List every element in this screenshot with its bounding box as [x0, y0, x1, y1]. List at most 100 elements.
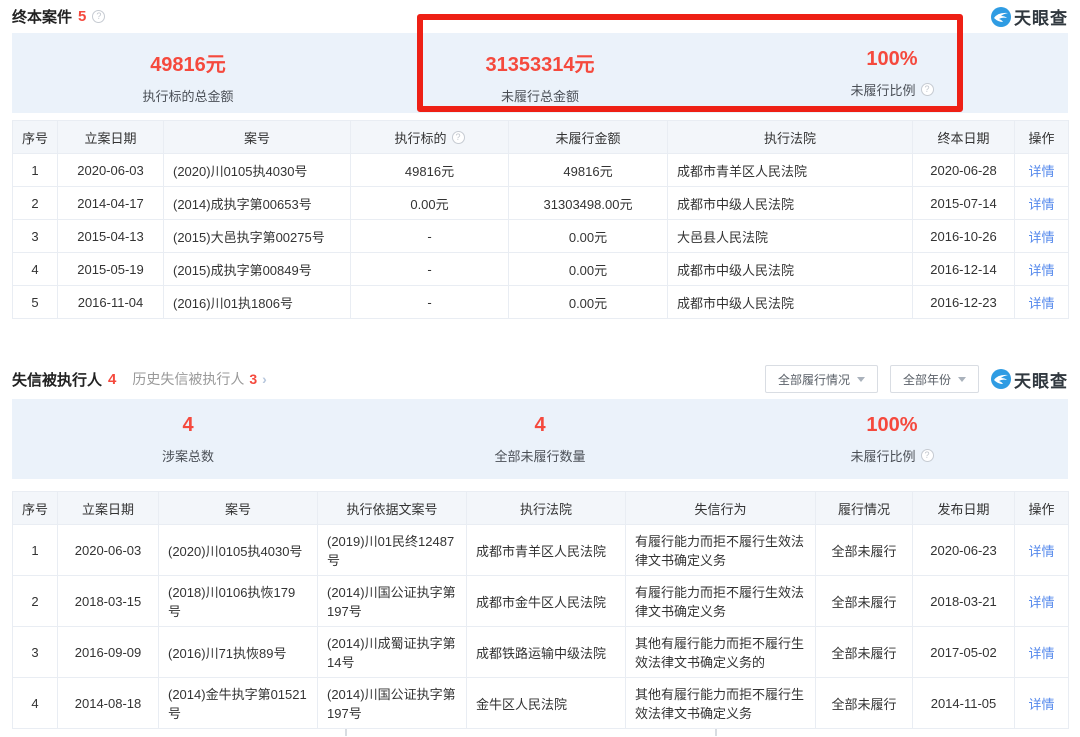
table-cell: 2	[13, 576, 58, 627]
table-cell: 0.00元	[509, 253, 668, 286]
detail-link[interactable]: 详情	[1028, 296, 1054, 311]
stat-label: 执行标的总金额	[142, 86, 233, 105]
table-cell: (2015)大邑执字第00275号	[164, 220, 351, 253]
detail-link[interactable]: 详情	[1028, 164, 1054, 179]
table-cell: 详情	[1015, 627, 1069, 678]
table-row: 32015-04-13(2015)大邑执字第00275号-0.00元大邑县人民法…	[13, 220, 1069, 253]
table-cell: 2020-06-23	[913, 525, 1015, 576]
table-cell: 成都市中级人民法院	[668, 187, 913, 220]
column-header-label: 执行法院	[520, 499, 572, 518]
help-icon[interactable]: ?	[921, 449, 934, 462]
table-cell: 2016-09-09	[58, 627, 159, 678]
stat-label: 未履行比例	[850, 80, 915, 99]
help-icon[interactable]: ?	[921, 83, 934, 96]
column-header-label: 操作	[1028, 128, 1054, 147]
table-cell: -	[351, 286, 509, 319]
table-cell: 大邑县人民法院	[668, 220, 913, 253]
history-dishonest-link[interactable]: 历史失信被执行人 3 ›	[132, 369, 266, 389]
table-cell: 全部未履行	[816, 576, 913, 627]
fulfillment-status-filter[interactable]: 全部履行情况	[765, 365, 878, 393]
column-header-label: 立案日期	[84, 128, 136, 147]
stat-value: 100%	[716, 48, 1068, 71]
table-cell: 成都市中级人民法院	[668, 253, 913, 286]
table-cell: 详情	[1015, 187, 1069, 220]
table-cell: 5	[13, 286, 58, 319]
table-cell: 成都市青羊区人民法院	[467, 525, 626, 576]
table-cell: 2018-03-15	[58, 576, 159, 627]
detail-link[interactable]: 详情	[1028, 595, 1054, 610]
tianyancha-logo-text: 天眼查	[1014, 4, 1068, 29]
section1-count: 5	[78, 8, 86, 25]
detail-link[interactable]: 详情	[1028, 230, 1054, 245]
column-header-label: 终本日期	[937, 128, 989, 147]
filters: 全部履行情况 全部年份 天眼查	[765, 365, 1068, 393]
help-icon[interactable]: ?	[92, 10, 105, 23]
column-header: 序号	[13, 121, 58, 154]
detail-link[interactable]: 详情	[1028, 697, 1054, 712]
table-cell: 有履行能力而拒不履行生效法律文书确定义务	[626, 576, 816, 627]
table-row: 12020-06-03(2020)川0105执4030号(2019)川01民终1…	[13, 525, 1069, 576]
detail-link[interactable]: 详情	[1028, 544, 1054, 559]
table-cell: 2015-07-14	[913, 187, 1015, 220]
table-cell: 2014-08-18	[58, 678, 159, 729]
dropdown-label: 全部年份	[903, 371, 951, 388]
detail-link[interactable]: 详情	[1028, 197, 1054, 212]
detail-link[interactable]: 详情	[1028, 646, 1054, 661]
section2-count: 4	[108, 371, 116, 388]
table-cell: 金牛区人民法院	[467, 678, 626, 729]
column-header: 执行法院	[668, 121, 913, 154]
table-cell: -	[351, 220, 509, 253]
table-cell: 全部未履行	[816, 627, 913, 678]
stat-all-unfulfilled-count: 4 全部未履行数量	[364, 399, 716, 479]
table-row: 52016-11-04(2016)川01执1806号-0.00元成都市中级人民法…	[13, 286, 1069, 319]
table-cell: (2019)川01民终12487号	[318, 525, 467, 576]
column-header-label: 执行法院	[764, 128, 816, 147]
detail-link[interactable]: 详情	[1028, 263, 1054, 278]
tianyancha-logo[interactable]: 天眼查	[991, 367, 1068, 392]
year-filter[interactable]: 全部年份	[890, 365, 979, 393]
tianyancha-logo[interactable]: 天眼查	[991, 4, 1068, 29]
table-cell: 1	[13, 154, 58, 187]
table-cell: 详情	[1015, 525, 1069, 576]
section-final-cases: 终本案件 5 ? 天眼查 49816元 执行标的总金额 31353314元 未履…	[12, 0, 1068, 319]
tianyancha-logo-icon	[991, 369, 1011, 389]
stat-value: 4	[364, 414, 716, 437]
table-cell: 1	[13, 525, 58, 576]
stat-value: 49816元	[12, 48, 364, 77]
table-cell: 2017-05-02	[913, 627, 1015, 678]
history-count: 3	[249, 371, 257, 387]
column-header-label: 失信行为	[694, 499, 746, 518]
chevron-right-icon: ›	[262, 371, 267, 387]
table-cell: 成都铁路运输中级法院	[467, 627, 626, 678]
table-cell: 4	[13, 678, 58, 729]
table-cell: 2	[13, 187, 58, 220]
section1-stats-panel: 49816元 执行标的总金额 31353314元 未履行总金额 100% 未履行…	[12, 33, 1068, 113]
table-cell: (2014)成执字第00653号	[164, 187, 351, 220]
table-cell: (2014)川国公证执字第197号	[318, 678, 467, 729]
column-header-label: 序号	[22, 499, 48, 518]
column-header-label: 立案日期	[82, 499, 134, 518]
column-header: 终本日期	[913, 121, 1015, 154]
stat-value: 31353314元	[364, 48, 716, 77]
column-header: 发布日期	[913, 492, 1015, 525]
table-cell: 4	[13, 253, 58, 286]
table-cell: 其他有履行能力而拒不履行生效法律文书确定义务的	[626, 627, 816, 678]
final-cases-table: 序号立案日期案号执行标的?未履行金额执行法院终本日期操作 12020-06-03…	[12, 120, 1069, 319]
stat-value: 4	[12, 414, 364, 437]
help-icon[interactable]: ?	[452, 131, 465, 144]
table-cell: 有履行能力而拒不履行生效法律文书确定义务	[626, 525, 816, 576]
stat-total-target-amount: 49816元 执行标的总金额	[12, 33, 364, 113]
column-header-label: 履行情况	[838, 499, 890, 518]
page: 终本案件 5 ? 天眼查 49816元 执行标的总金额 31353314元 未履…	[0, 0, 1080, 737]
table-row: 32016-09-09(2016)川71执恢89号(2014)川成蜀证执字第14…	[13, 627, 1069, 678]
history-link-label: 历史失信被执行人	[132, 369, 244, 389]
caret-down-icon	[958, 377, 966, 382]
table-row: 42014-08-18(2014)金牛执字第01521号(2014)川国公证执字…	[13, 678, 1069, 729]
column-header: 序号	[13, 492, 58, 525]
table-cell: 2020-06-03	[58, 154, 164, 187]
column-header: 操作	[1015, 121, 1069, 154]
table-cell: 3	[13, 220, 58, 253]
stat-label: 涉案总数	[162, 446, 214, 465]
table-cell: (2018)川0106执恢179号	[159, 576, 318, 627]
table-cell: 详情	[1015, 286, 1069, 319]
